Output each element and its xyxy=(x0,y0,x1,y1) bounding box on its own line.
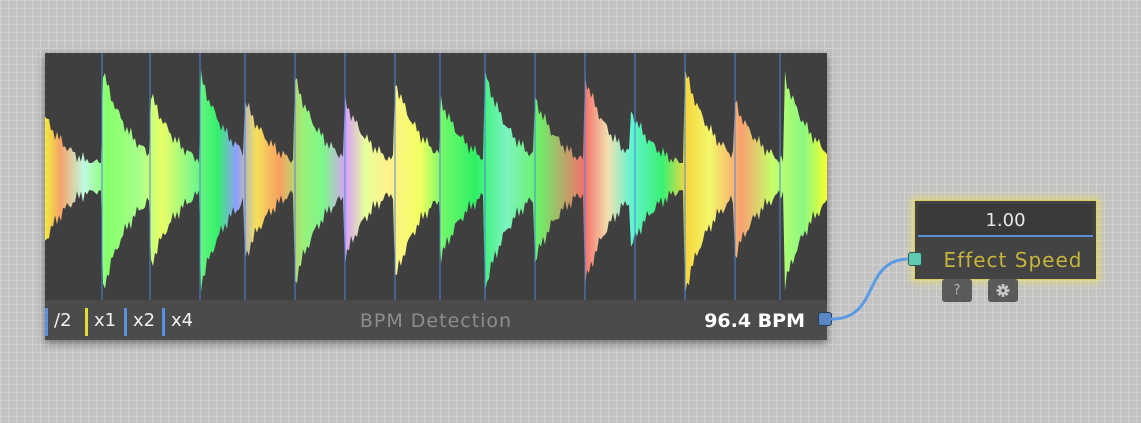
gear-icon xyxy=(996,284,1010,297)
bpm-readout: 96.4 BPM xyxy=(704,310,805,332)
settings-button[interactable] xyxy=(988,279,1018,302)
speed-input-port[interactable] xyxy=(908,252,922,266)
waveform-svg xyxy=(45,53,827,300)
bpm-node-footer: /2 x1 x2 x4 BPM Detection 96.4 BPM xyxy=(45,300,827,340)
waveform-shape xyxy=(45,68,827,294)
waveform-display xyxy=(45,53,827,300)
help-button[interactable]: ? xyxy=(942,279,972,302)
speed-param-label: Effect Speed xyxy=(943,248,1083,272)
bpm-detection-node[interactable]: /2 x1 x2 x4 BPM Detection 96.4 BPM xyxy=(45,53,827,340)
speed-value-field[interactable]: 1.00 xyxy=(918,204,1093,237)
bpm-output-port[interactable] xyxy=(818,312,832,326)
effect-speed-node[interactable]: 1.00 Effect Speed xyxy=(914,200,1097,280)
